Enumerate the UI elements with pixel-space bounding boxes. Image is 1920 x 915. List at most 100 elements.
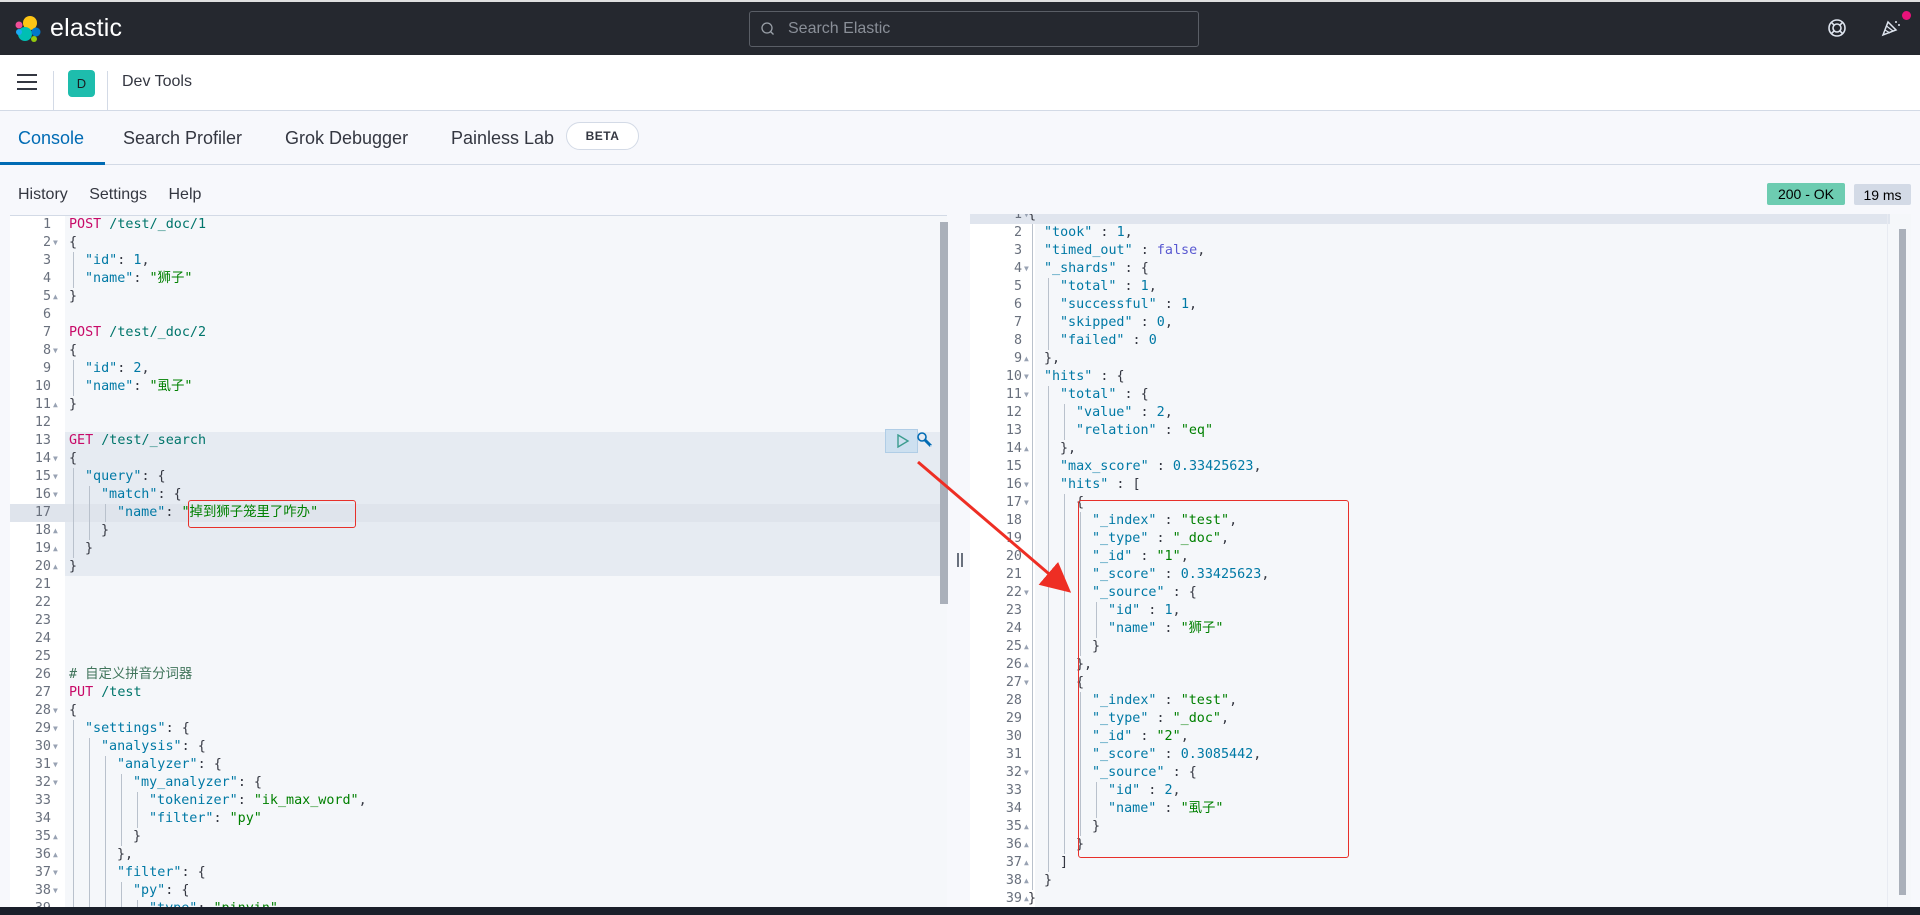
indent-guide bbox=[1048, 296, 1049, 314]
indent-guide bbox=[73, 810, 74, 828]
indent-guide bbox=[1032, 260, 1033, 278]
help-icon[interactable] bbox=[1827, 18, 1847, 38]
request-time-badge: 19 ms bbox=[1854, 184, 1911, 205]
indent-guide bbox=[1048, 476, 1049, 494]
fold-collapse-icon[interactable]: ▼ bbox=[53, 450, 58, 468]
indent-guide bbox=[89, 864, 90, 882]
code-line: 35 ▲} bbox=[10, 828, 947, 846]
tab-grok-debugger[interactable]: Grok Debugger bbox=[285, 128, 408, 149]
indent-guide bbox=[73, 756, 74, 774]
settings-button[interactable]: Settings bbox=[89, 186, 147, 203]
code-line: 1 POST /test/_doc/1 bbox=[10, 216, 947, 234]
code-line: 39 ▲} bbox=[970, 890, 1911, 907]
fold-collapse-icon[interactable]: ▼ bbox=[53, 864, 58, 882]
fold-collapse-icon[interactable]: ▼ bbox=[1024, 764, 1029, 782]
fold-collapse-icon[interactable]: ▼ bbox=[1024, 494, 1029, 512]
line-number: 22 bbox=[1005, 585, 1022, 600]
tab-console[interactable]: Console bbox=[18, 128, 84, 149]
code-text: "id": 2, bbox=[85, 361, 150, 376]
elastic-home-link[interactable]: elastic bbox=[14, 14, 122, 43]
line-number: 33 bbox=[34, 793, 51, 808]
panel-resize-handle[interactable] bbox=[957, 553, 963, 567]
code-line: 31 ▼ "analyzer": { bbox=[10, 756, 947, 774]
code-text: "filter": { bbox=[117, 865, 206, 880]
fold-collapse-icon[interactable]: ▼ bbox=[1024, 476, 1029, 494]
fold-collapse-icon[interactable]: ▼ bbox=[53, 882, 58, 900]
fold-expand-icon[interactable]: ▲ bbox=[1024, 440, 1029, 458]
line-number: 39 bbox=[10, 900, 51, 907]
code-text: }, bbox=[117, 847, 134, 862]
fold-expand-icon[interactable]: ▲ bbox=[53, 522, 58, 540]
tab-painless-lab[interactable]: Painless Lab bbox=[451, 128, 554, 149]
code-text: "analyzer": { bbox=[117, 757, 222, 772]
indent-guide bbox=[1048, 494, 1049, 512]
send-request-button[interactable] bbox=[885, 429, 918, 453]
news-feed-icon[interactable] bbox=[1880, 16, 1902, 38]
line-number: 1 bbox=[1013, 214, 1022, 222]
fold-collapse-icon[interactable]: ▼ bbox=[53, 738, 58, 756]
indent-guide bbox=[1064, 548, 1065, 566]
indent-guide bbox=[89, 486, 90, 504]
request-editor-scrollbar[interactable] bbox=[940, 222, 948, 604]
play-icon bbox=[897, 434, 910, 448]
help-button[interactable]: Help bbox=[169, 186, 202, 203]
line-number: 33 bbox=[1005, 783, 1022, 798]
fold-expand-icon[interactable]: ▲ bbox=[1024, 854, 1029, 872]
fold-collapse-icon[interactable]: ▼ bbox=[53, 774, 58, 792]
global-search[interactable] bbox=[749, 11, 1199, 47]
line-number: 6 bbox=[42, 307, 51, 322]
code-line: 12 "value" : 2, bbox=[970, 404, 1911, 422]
search-input[interactable] bbox=[788, 20, 1168, 38]
fold-collapse-icon[interactable]: ▼ bbox=[1024, 386, 1029, 404]
fold-expand-icon[interactable]: ▲ bbox=[53, 558, 58, 576]
code-line: 2 "took" : 1, bbox=[970, 224, 1911, 242]
line-number: 27 bbox=[34, 685, 51, 700]
fold-collapse-icon[interactable]: ▼ bbox=[1024, 674, 1029, 692]
code-text: # 自定义拼音分词器 bbox=[69, 667, 193, 682]
fold-expand-icon[interactable]: ▲ bbox=[53, 288, 58, 306]
code-text: "settings": { bbox=[85, 721, 190, 736]
code-line: 23 bbox=[10, 612, 947, 630]
fold-collapse-icon[interactable]: ▼ bbox=[53, 342, 58, 360]
fold-expand-icon[interactable]: ▲ bbox=[53, 396, 58, 414]
fold-collapse-icon[interactable]: ▼ bbox=[53, 702, 58, 720]
indent-guide bbox=[89, 828, 90, 846]
fold-expand-icon[interactable]: ▲ bbox=[53, 540, 58, 558]
fold-collapse-icon[interactable]: ▼ bbox=[53, 468, 58, 486]
line-number: 16 bbox=[34, 487, 51, 502]
fold-collapse-icon[interactable]: ▼ bbox=[53, 720, 58, 738]
indent-guide bbox=[1048, 692, 1049, 710]
hamburger-menu-button[interactable] bbox=[17, 74, 37, 90]
request-editor[interactable]: 1 POST /test/_doc/1 2 ▼{3 "id": 1, 4 "name": "… bbox=[10, 215, 947, 907]
code-text: } bbox=[69, 559, 78, 574]
wrench-icon[interactable] bbox=[916, 431, 934, 449]
fold-collapse-icon[interactable]: ▼ bbox=[1024, 260, 1029, 278]
indent-guide bbox=[1032, 386, 1033, 404]
indent-guide bbox=[73, 882, 74, 900]
fold-expand-icon[interactable]: ▲ bbox=[1024, 350, 1029, 368]
fold-collapse-icon[interactable]: ▼ bbox=[53, 486, 58, 504]
indent-guide bbox=[105, 828, 106, 846]
code-line: 34 "filter": "py" bbox=[10, 810, 947, 828]
code-text: "query": { bbox=[85, 469, 166, 484]
fold-expand-icon[interactable]: ▲ bbox=[1024, 872, 1029, 890]
fold-collapse-icon[interactable]: ▼ bbox=[1024, 584, 1029, 602]
fold-expand-icon[interactable]: ▲ bbox=[1024, 818, 1029, 836]
fold-expand-icon[interactable]: ▲ bbox=[53, 846, 58, 864]
fold-collapse-icon[interactable]: ▼ bbox=[1024, 368, 1029, 386]
fold-collapse-icon[interactable]: ▼ bbox=[53, 234, 58, 252]
fold-collapse-icon[interactable]: ▼ bbox=[53, 756, 58, 774]
fold-expand-icon[interactable]: ▲ bbox=[1024, 656, 1029, 674]
fold-expand-icon[interactable]: ▲ bbox=[1024, 638, 1029, 656]
fold-expand-icon[interactable]: ▲ bbox=[1024, 836, 1029, 854]
line-number: 13 bbox=[1005, 423, 1022, 438]
line-number: 19 bbox=[34, 541, 51, 556]
response-scrollbar[interactable] bbox=[1899, 229, 1906, 895]
fold-expand-icon[interactable]: ▲ bbox=[53, 828, 58, 846]
indent-guide bbox=[1048, 764, 1049, 782]
tab-search-profiler[interactable]: Search Profiler bbox=[123, 128, 242, 149]
space-avatar[interactable]: D bbox=[68, 70, 95, 97]
code-text: "_shards" : { bbox=[1044, 261, 1149, 276]
code-text: "analysis": { bbox=[101, 739, 206, 754]
history-button[interactable]: History bbox=[18, 186, 68, 203]
